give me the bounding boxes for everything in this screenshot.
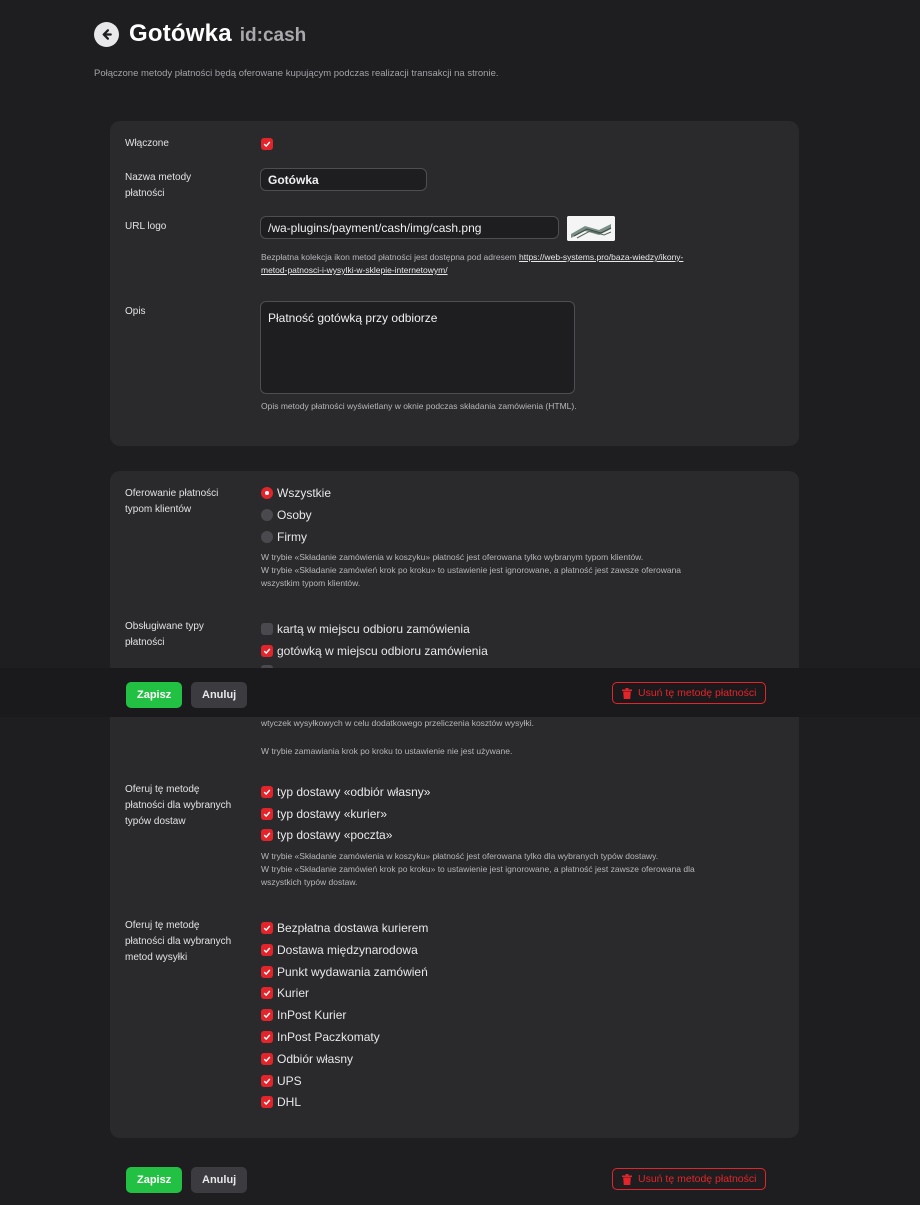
radio-companies[interactable] [261,531,273,543]
radio-all[interactable] [261,487,273,499]
shipping-method-0-checkbox[interactable] [261,922,273,934]
payment-type-card-label: kartą w miejscu odbioru zamówienia [277,622,470,636]
shipping-method-4-checkbox[interactable] [261,1009,273,1022]
check-icon [263,1012,271,1019]
check-icon [263,648,271,655]
delivery-type-2-label: typ dostawy «poczta» [277,828,393,842]
shipping-method-5-checkbox[interactable] [261,1031,273,1043]
shipping-method-2-label: Punkt wydawania zamówień [277,964,428,979]
check-icon [263,969,271,975]
shipping-method-6-checkbox[interactable] [261,1052,273,1065]
cancel-button-bottom[interactable]: Anuluj [191,1167,248,1193]
check-icon [263,1034,271,1041]
shipping-method-7-label: UPS [277,1073,302,1088]
general-settings-card [110,121,799,446]
radio-all-label: Wszystkie [277,486,331,500]
enabled-label: Włączone [125,138,169,149]
sticky-action-bar: Zapisz Anuluj Usuń tę metodę płatności [0,668,920,717]
shipping-method-1-label: Dostawa międzynarodowa [277,942,418,957]
shipping-method-1-checkbox[interactable] [261,943,273,956]
page-subtitle: Połączone metody płatności będą oferowan… [94,68,499,79]
shipping-method-8-checkbox[interactable] [261,1096,273,1109]
delete-method-button[interactable]: Usuń tę metodę płatności [612,682,767,704]
delivery-type-1-checkbox[interactable] [261,807,273,820]
shipping-methods-label: Oferuj tę metodę płatności dla wybranych m… [125,920,232,963]
shipping-method-4-label: InPost Kurier [277,1008,347,1023]
logo-preview-image [567,216,615,241]
radio-companies-label: Firmy [277,530,307,544]
payment-type-cash-label: gotówką w miejscu odbioru zamówienia [277,644,488,658]
logo-url-label: URL logo [125,221,167,232]
description-textarea[interactable]: Płatność gotówką przy odbiorze [260,301,575,394]
page-header: Gotówka id:cash [94,20,306,48]
delivery-types-hint: W trybie «Składanie zamówienia w koszyku… [261,851,695,887]
name-input[interactable]: Gotówka [260,168,427,191]
page-id: id:cash [239,25,307,46]
check-icon [263,141,271,148]
payment-types-label: Obsługiwane typy płatności [125,621,204,648]
customer-types-hint: W trybie «Składanie zamówienia w koszyku… [261,552,682,588]
description-label: Opis [125,306,146,317]
shipping-method-5-label: InPost Paczkomaty [277,1030,380,1044]
customer-types-label: Oferowanie płatności typom klientów [125,488,219,515]
delivery-type-1-label: typ dostawy «kurier» [277,806,388,821]
check-icon [263,1056,271,1062]
check-icon [263,947,271,953]
check-icon [263,1078,271,1084]
save-button-bottom[interactable]: Zapisz [126,1167,183,1193]
shipping-method-3-label: Kurier [277,986,310,1001]
delivery-type-0-checkbox[interactable] [261,786,273,798]
check-icon [263,832,271,839]
shipping-method-6-label: Odbiór własny [277,1051,354,1066]
shipping-method-3-checkbox[interactable] [261,987,273,1000]
name-label: Nazwa metody płatności [125,172,192,199]
check-icon [263,990,271,997]
payment-types-hint-2: W trybie zamawiania krok po kroku to ust… [261,746,513,756]
icons-collection-link-cont[interactable]: metod-patnosci-i-wysylki-w-sklepie-inter… [261,265,448,275]
enabled-checkbox[interactable] [261,138,273,150]
back-arrow-icon[interactable] [94,21,119,47]
check-icon [263,789,271,796]
logo-hint: Bezpłatna kolekcja ikon metod płatności … [261,252,684,275]
shipping-method-8-label: DHL [277,1095,302,1110]
cancel-button[interactable]: Anuluj [191,682,248,708]
page-title: Gotówka [129,20,232,47]
trash-icon [622,1173,632,1185]
delivery-type-2-checkbox[interactable] [261,829,273,841]
check-icon [263,925,271,932]
save-button[interactable]: Zapisz [126,682,183,708]
icons-collection-link[interactable]: https://web-systems.pro/baza-wiedzy/ikon… [519,252,683,262]
radio-persons[interactable] [261,509,273,521]
payment-types-hint-1: wtyczek wysyłkowych w celu dodatkowego p… [261,718,535,728]
delete-method-button-bottom[interactable]: Usuń tę metodę płatności [612,1168,767,1190]
check-icon [263,1099,271,1106]
delivery-types-label: Oferuj tę metodę płatności dla wybranych t… [125,784,232,827]
description-hint: Opis metody płatności wyświetlany w okni… [261,401,577,411]
shipping-method-2-checkbox[interactable] [261,965,273,978]
shipping-method-0-label: Bezpłatna dostawa kurierem [277,921,429,935]
radio-persons-label: Osoby [277,508,312,522]
check-icon [263,811,271,817]
logo-url-input[interactable]: /wa-plugins/payment/cash/img/cash.png [260,216,559,239]
payment-type-card-checkbox[interactable] [261,623,273,635]
shipping-method-7-checkbox[interactable] [261,1074,273,1087]
trash-icon [622,687,632,699]
delivery-type-0-label: typ dostawy «odbiór własny» [277,785,431,799]
payment-type-cash-checkbox[interactable] [261,645,273,657]
